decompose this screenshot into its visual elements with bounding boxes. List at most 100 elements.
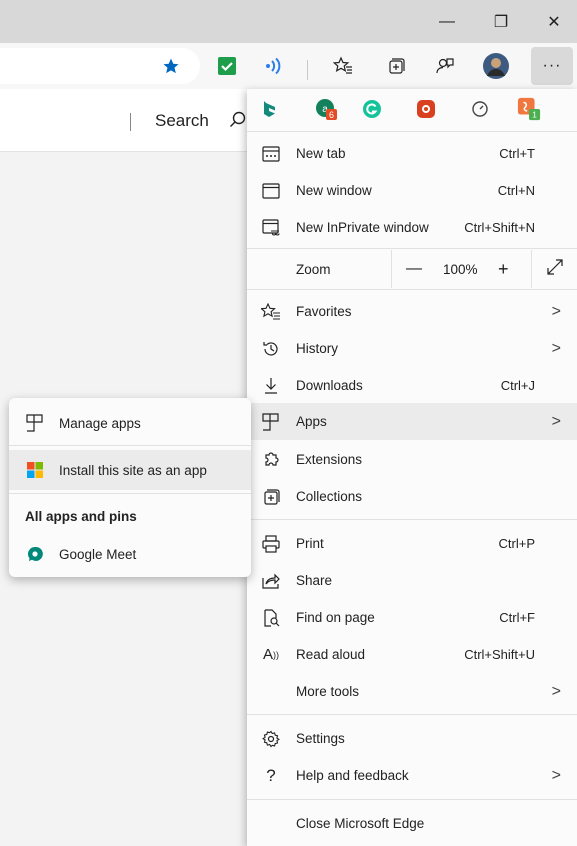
favorites-icon: [261, 302, 281, 322]
page-header: Search: [0, 89, 260, 152]
google-meet-label: Google Meet: [59, 546, 137, 562]
zoom-divider: [391, 250, 392, 288]
menu-item-extensions[interactable]: Extensions: [247, 441, 577, 478]
menu-separator: [247, 714, 577, 715]
menu-item-label: Favorites: [296, 304, 352, 319]
menu-item-label: Read aloud: [296, 647, 366, 662]
close-window-button[interactable]: ✕: [531, 0, 577, 43]
settings-menu: a6 1 New tab Ctrl+T New window Ctrl+N Ne…: [247, 89, 577, 846]
inprivate-icon: [261, 218, 281, 238]
chevron-right-icon: >: [551, 302, 561, 320]
submenu-separator: [9, 493, 251, 494]
menu-item-downloads[interactable]: Downloads Ctrl+J: [247, 367, 577, 404]
collections-icon[interactable]: [381, 51, 411, 81]
shortcut-label: Ctrl+T: [499, 146, 535, 161]
grammar-extension-icon[interactable]: a6: [314, 97, 338, 121]
menu-item-label: New tab: [296, 146, 346, 161]
search-icon[interactable]: [229, 111, 247, 129]
menu-item-label: Find on page: [296, 610, 375, 625]
shortcut-label: Ctrl+J: [500, 378, 535, 393]
shortcut-label: Ctrl+N: [497, 183, 535, 198]
browser-toolbar: ···: [0, 43, 577, 89]
menu-item-label: Downloads: [296, 378, 363, 393]
menu-item-new-window[interactable]: New window Ctrl+N: [247, 172, 577, 209]
more-icon: ···: [542, 57, 562, 74]
menu-item-find-on-page[interactable]: Find on page Ctrl+F: [247, 599, 577, 636]
chevron-right-icon: >: [551, 682, 561, 700]
menu-item-settings[interactable]: Settings: [247, 720, 577, 757]
chevron-right-icon: >: [551, 766, 561, 784]
menu-item-close-edge[interactable]: Close Microsoft Edge: [247, 805, 577, 842]
chevron-right-icon: >: [551, 339, 561, 357]
feedback-icon[interactable]: [430, 51, 460, 81]
all-apps-heading: All apps and pins: [25, 509, 137, 524]
menu-item-new-tab[interactable]: New tab Ctrl+T: [247, 135, 577, 172]
menu-item-label: Share: [296, 573, 333, 588]
minimize-icon: —: [439, 12, 455, 30]
zoom-row: Zoom — 100% +: [247, 250, 577, 288]
bing-extension-icon[interactable]: [257, 97, 281, 121]
new-tab-icon: [261, 144, 281, 164]
check-extension-icon[interactable]: [212, 51, 242, 81]
record-extension-icon[interactable]: [414, 97, 438, 121]
menu-item-print[interactable]: Print Ctrl+P: [247, 525, 577, 562]
zoom-label: Zoom: [296, 261, 331, 277]
zoom-out-button[interactable]: —: [406, 260, 422, 278]
menu-item-apps[interactable]: Apps >: [247, 403, 577, 440]
toolbar-divider: [307, 60, 308, 80]
download-icon: [261, 376, 281, 396]
shortcut-label: Ctrl+Shift+U: [464, 647, 535, 662]
read-aloud-extension-icon[interactable]: [259, 51, 289, 81]
settings-and-more-button[interactable]: ···: [531, 47, 573, 85]
microsoft-logo-icon: [25, 460, 45, 480]
profile-avatar[interactable]: [481, 51, 511, 81]
favorite-star-icon[interactable]: [156, 51, 186, 81]
search-divider: [130, 113, 131, 131]
menu-item-label: Extensions: [296, 452, 363, 467]
minimize-button[interactable]: —: [424, 0, 470, 43]
menu-item-share[interactable]: Share: [247, 562, 577, 599]
install-site-as-app-label: Install this site as an app: [59, 462, 207, 478]
grammarly-extension-icon[interactable]: [360, 97, 384, 121]
install-site-as-app-item[interactable]: Install this site as an app: [9, 450, 251, 490]
menu-item-new-inprivate-window[interactable]: New InPrivate window Ctrl+Shift+N: [247, 209, 577, 246]
favorites-icon[interactable]: [328, 51, 358, 81]
read-aloud-icon: A)): [262, 646, 279, 663]
restore-button[interactable]: ❐: [478, 0, 524, 43]
menu-item-label: New InPrivate window: [296, 220, 429, 235]
manage-apps-item[interactable]: Manage apps: [9, 403, 251, 443]
orange-extension-icon[interactable]: 1: [517, 97, 541, 121]
search-label[interactable]: Search: [155, 111, 209, 131]
menu-item-read-aloud[interactable]: A)) Read aloud Ctrl+Shift+U: [247, 636, 577, 673]
submenu-separator: [9, 445, 251, 446]
zoom-in-button[interactable]: +: [498, 259, 509, 280]
speed-extension-icon[interactable]: [468, 97, 492, 121]
close-icon: ✕: [547, 13, 561, 31]
find-icon: [261, 608, 281, 628]
menu-separator: [247, 519, 577, 520]
print-icon: [261, 534, 281, 554]
menu-item-label: Settings: [296, 731, 345, 746]
apps-icon: [261, 412, 281, 432]
shortcut-label: Ctrl+P: [498, 536, 535, 551]
fullscreen-button[interactable]: [546, 258, 564, 281]
zoom-value: 100%: [443, 261, 478, 277]
menu-item-help-and-feedback[interactable]: ? Help and feedback >: [247, 757, 577, 794]
apps-submenu: Manage apps Install this site as an app …: [9, 398, 251, 577]
google-meet-item[interactable]: Google Meet: [9, 534, 251, 574]
share-icon: [261, 571, 281, 591]
svg-text:6: 6: [329, 110, 334, 120]
menu-item-more-tools[interactable]: More tools >: [247, 673, 577, 710]
zoom-divider: [531, 250, 532, 288]
title-bar: — ❐ ✕: [0, 0, 577, 43]
menu-item-favorites[interactable]: Favorites >: [247, 293, 577, 330]
fullscreen-icon: [547, 258, 563, 275]
gear-icon: [261, 729, 281, 749]
apps-icon: [25, 413, 45, 433]
menu-separator: [247, 131, 577, 132]
svg-text:1: 1: [532, 109, 537, 119]
manage-apps-label: Manage apps: [59, 415, 141, 431]
menu-item-collections[interactable]: Collections: [247, 478, 577, 515]
menu-item-label: Close Microsoft Edge: [296, 816, 425, 831]
menu-item-history[interactable]: History >: [247, 330, 577, 367]
